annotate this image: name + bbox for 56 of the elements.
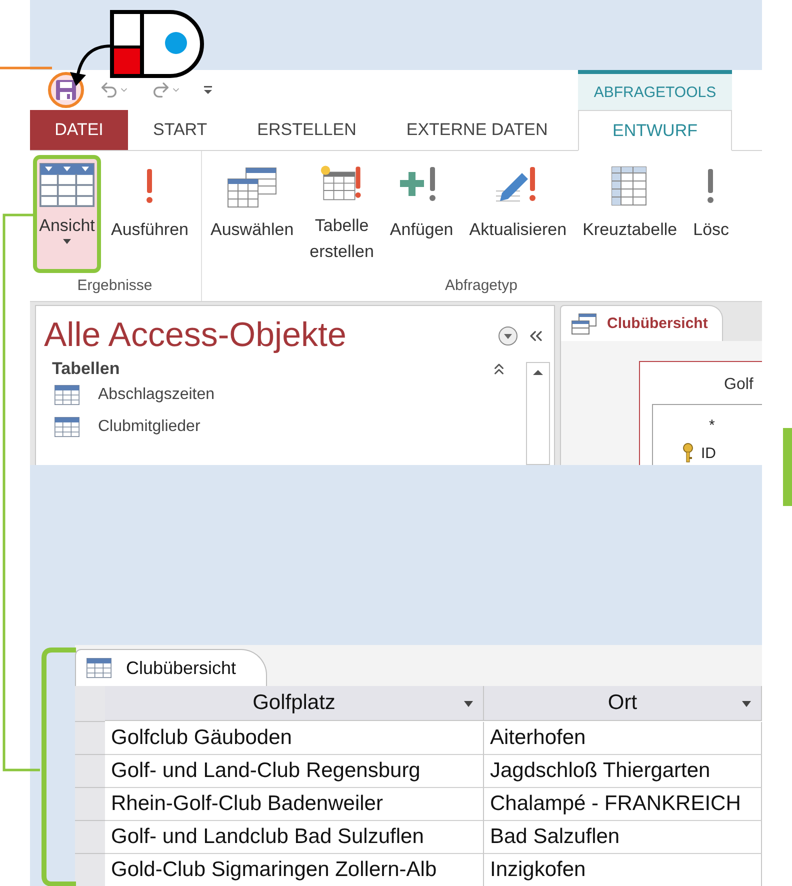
table-cell: Golf- und Landclub Bad Sulzuflen (105, 821, 484, 854)
document-tab[interactable]: Clubübersicht (560, 305, 723, 341)
table-title: Golf (723, 375, 754, 394)
caret-icon[interactable] (464, 701, 473, 707)
table-icon (86, 658, 112, 678)
group-label: Ergebnisse (76, 277, 154, 296)
table-cell: Aiterhofen (484, 722, 762, 755)
ribbon-button[interactable]: Ausführen (105, 155, 194, 273)
save-button[interactable] (48, 72, 84, 108)
ribbon-button[interactable]: Kreuztabelle (576, 155, 684, 273)
ribbon-tab[interactable]: ERSTELLEN (232, 110, 382, 150)
table-icon (54, 417, 80, 437)
table-cell: Rhein-Golf-Club Badenweiler (105, 788, 484, 821)
table-cell: Golfclub Gäuboden (105, 722, 484, 755)
table-cell: Gold-Club Sigmaringen Zollern-Alb (105, 854, 484, 886)
ribbon-tab[interactable]: EXTERNE DATEN (381, 110, 573, 150)
ribbon-tab[interactable]: START (128, 110, 232, 150)
ribbon-button[interactable]: Aktualisieren (463, 155, 573, 273)
table-cell: Inzigkofen (484, 854, 762, 886)
nav-item[interactable]: Abschlagszeiten (44, 379, 554, 411)
ribbon-button[interactable]: Auswählen (204, 155, 300, 273)
redo-icon (151, 80, 181, 100)
table-cell: Jagdschloß Thiergarten (484, 755, 762, 788)
ribbon-button[interactable]: Anfügen (384, 155, 460, 273)
field-name[interactable]: * (709, 416, 715, 434)
column-header[interactable]: Golfplatz (105, 686, 484, 721)
leader-line (0, 66, 52, 70)
column-header[interactable]: Ort (484, 686, 762, 721)
pointer-arrow (70, 44, 112, 86)
table-cell: Golf- und Land-Club Regensburg (105, 755, 484, 788)
ribbon-button[interactable]: Tabelle erstellen (304, 155, 380, 273)
save-icon (55, 79, 77, 101)
section-label: Tabellen (51, 359, 121, 379)
table-icon (54, 385, 80, 405)
dropdown-icon[interactable] (498, 326, 518, 346)
context-tab-label: ABFRAGETOOLS (578, 70, 732, 110)
ribbon-button[interactable]: Ansicht (33, 155, 101, 273)
table-cell: Bad Salzuflen (484, 821, 762, 854)
table-icon (39, 163, 95, 207)
ribbon-button[interactable]: Lösc (687, 155, 736, 273)
table-field-list[interactable]: Golf * ID (639, 361, 762, 465)
group-label: Abfragetyp (444, 277, 519, 296)
scrollbar[interactable] (526, 362, 550, 465)
undo-icon (99, 80, 129, 100)
table-cell: Chalampé - FRANKREICH (484, 788, 762, 821)
ribbon-tab[interactable]: ENTWURF (578, 110, 732, 151)
exclamation-icon (144, 168, 155, 204)
query-icon (571, 312, 597, 334)
field-name[interactable]: ID (701, 444, 716, 462)
exclamation-icon (706, 168, 716, 204)
customize-icon (203, 84, 213, 96)
caret-icon[interactable] (742, 701, 751, 707)
pane-title: Alle Access-Objekte (44, 316, 348, 355)
nav-item[interactable]: Clubmitglieder (44, 411, 554, 443)
ribbon-tab[interactable]: DATEI (30, 110, 128, 150)
document-tab[interactable]: Clubübersicht (75, 649, 268, 686)
